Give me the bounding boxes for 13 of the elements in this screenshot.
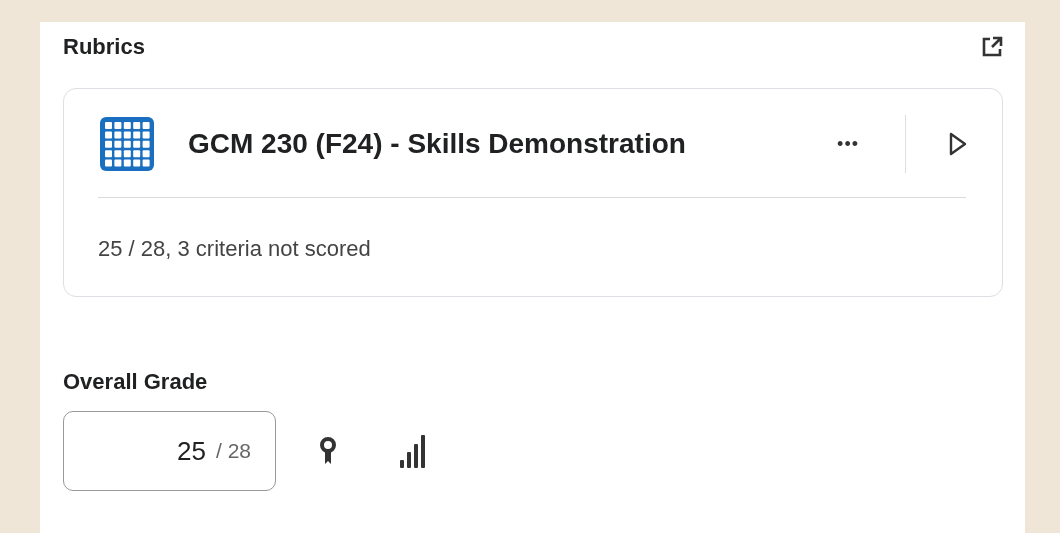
grade-value: 25 (177, 435, 206, 467)
play-icon[interactable] (948, 131, 968, 157)
section-title: Rubrics (63, 34, 145, 60)
grade-label: Overall Grade (63, 369, 209, 395)
ribbon-icon[interactable] (320, 437, 336, 465)
more-options-button[interactable]: ••• (823, 133, 873, 155)
external-link-icon[interactable] (981, 36, 1003, 58)
signal-bars-icon[interactable] (400, 434, 426, 468)
rubric-title[interactable]: GCM 230 (F24) - Skills Demonstration (188, 128, 792, 160)
rubric-score-summary: 25 / 28, 3 criteria not scored (98, 236, 372, 262)
grade-field[interactable]: 25 / 28 (63, 411, 276, 491)
grade-out-of: / 28 (215, 439, 251, 463)
grid-icon (98, 115, 156, 173)
